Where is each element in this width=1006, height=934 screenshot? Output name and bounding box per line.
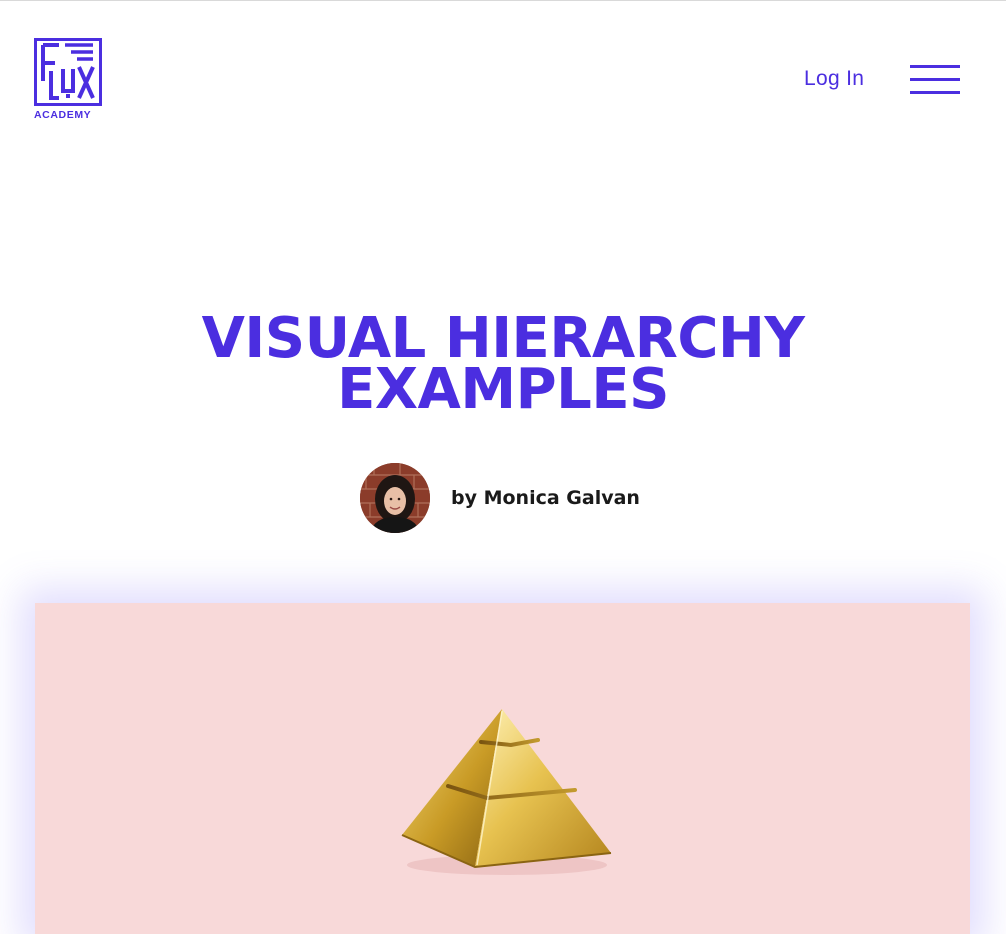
author-byline: by Monica Galvan: [360, 463, 640, 533]
logo-mark: [34, 38, 102, 106]
flux-academy-logo[interactable]: ACADEMY: [34, 38, 106, 124]
login-link[interactable]: Log In: [804, 67, 864, 91]
hero-image: [35, 603, 970, 934]
author-avatar[interactable]: [360, 463, 430, 533]
logo-letters-graphic: [41, 43, 95, 100]
site-header: ACADEMY Log In: [0, 1, 1006, 131]
menu-bar-middle: [910, 78, 960, 81]
gold-pyramid-icon: [401, 709, 612, 875]
author-name: by Monica Galvan: [451, 487, 640, 509]
menu-bar-top: [910, 65, 960, 68]
menu-bar-bottom: [910, 91, 960, 94]
logo-wordmark: ACADEMY: [34, 109, 92, 121]
hamburger-menu-icon[interactable]: [910, 65, 962, 97]
avatar-portrait-graphic: [360, 463, 430, 533]
article-title: VISUAL HIERARCHY EXAMPLES: [0, 311, 1006, 422]
page: ACADEMY Log In VISUAL HIERARCHY EXAMPLES: [0, 0, 1006, 934]
title-line-2: EXAMPLES: [337, 357, 669, 422]
